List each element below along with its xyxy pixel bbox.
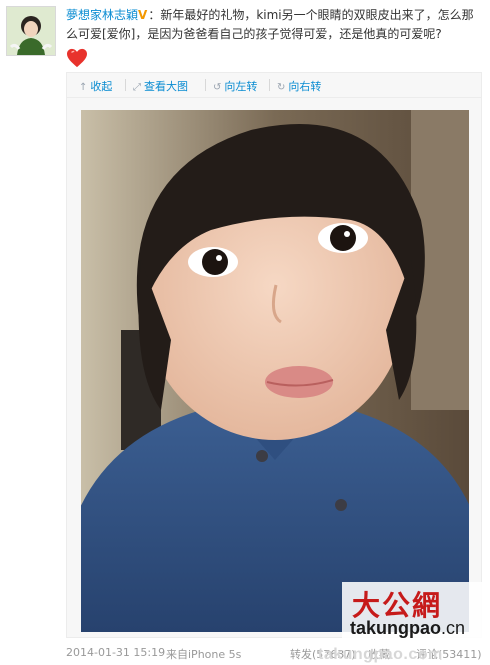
toolbar-divider bbox=[269, 79, 270, 91]
rotate-right-icon: ↻ bbox=[277, 82, 286, 93]
watermark-brand-en-text: takungpao bbox=[350, 618, 442, 638]
post-timestamp[interactable]: 2014-01-31 15:19 bbox=[66, 646, 165, 659]
rotate-left-icon: ↺ bbox=[213, 82, 222, 93]
rotate-left-button[interactable]: ↺ 向左转 bbox=[213, 78, 257, 94]
post-content: 夢想家林志穎V：新年最好的礼物，kimi另一个眼睛的双眼皮出来了，怎么那么可爱[… bbox=[66, 6, 482, 44]
rotate-right-button[interactable]: ↻ 向右转 bbox=[277, 78, 321, 94]
watermark-logo: 大公網 takungpao.cn bbox=[342, 582, 482, 642]
verified-v-badge-icon: V bbox=[138, 8, 148, 22]
watermark-brand-en: takungpao.cn bbox=[350, 618, 465, 639]
toolbar-divider bbox=[125, 79, 126, 91]
rotate-left-label: 向左转 bbox=[224, 80, 258, 93]
media-toolbar: ↑ 收起 ⤢ 查看大图 ↺ 向左转 ↻ 向右转 bbox=[66, 72, 482, 98]
collapse-button[interactable]: ↑ 收起 bbox=[79, 78, 112, 94]
view-large-label: 查看大图 bbox=[144, 80, 188, 93]
author-colon: ： bbox=[148, 8, 161, 22]
watermark-suffix: .cn bbox=[441, 618, 466, 638]
avatar[interactable] bbox=[6, 6, 56, 56]
heart-icon bbox=[67, 48, 87, 68]
collapse-label: 收起 bbox=[90, 80, 113, 93]
post-source[interactable]: 来自iPhone 5s bbox=[166, 646, 241, 662]
arrow-up-icon: ↑ bbox=[79, 82, 88, 93]
author-name[interactable]: 夢想家林志穎 bbox=[66, 8, 138, 22]
avatar-image bbox=[7, 7, 55, 55]
magnify-icon: ⤢ bbox=[133, 82, 141, 93]
view-large-button[interactable]: ⤢ 查看大图 bbox=[133, 78, 188, 94]
rotate-right-label: 向右转 bbox=[288, 80, 322, 93]
watermark-url: takungpao.com bbox=[318, 646, 443, 663]
child-portrait-image bbox=[81, 110, 469, 632]
post-photo[interactable] bbox=[81, 110, 469, 632]
toolbar-divider bbox=[205, 79, 206, 91]
photo-container bbox=[66, 98, 482, 638]
